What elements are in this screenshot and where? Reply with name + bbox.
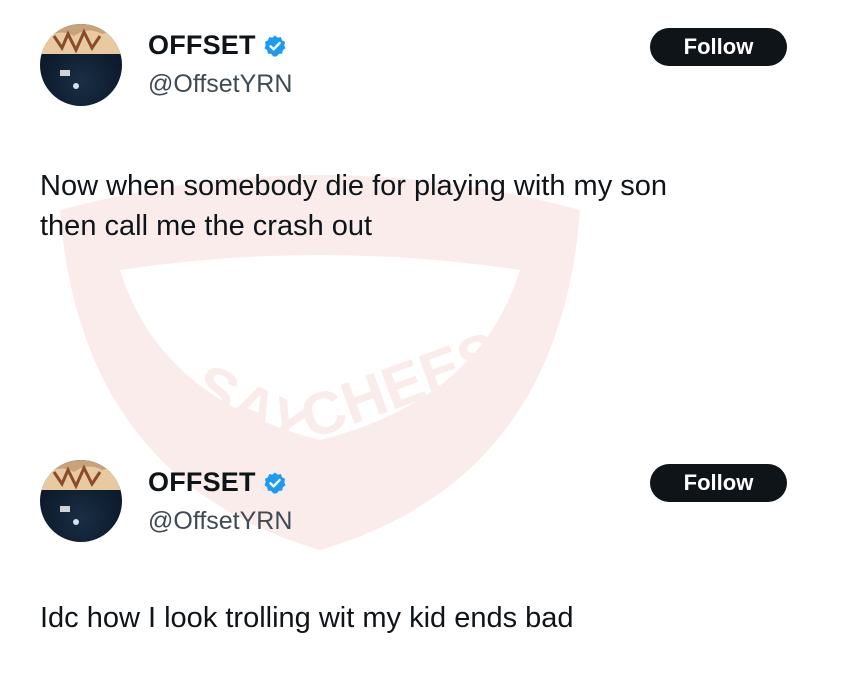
tweet-card-2: OFFSET @OffsetYRN Follow Idc how I look … bbox=[0, 440, 855, 677]
tweet-text-line: Idc how I look trolling wit my kid ends … bbox=[40, 602, 574, 634]
author-name[interactable]: OFFSET bbox=[148, 30, 256, 61]
follow-button[interactable]: Follow bbox=[650, 464, 787, 502]
author-name[interactable]: OFFSET bbox=[148, 467, 256, 498]
author-row: OFFSET bbox=[148, 467, 287, 498]
tweet-text: Now when somebody die for playing with m… bbox=[40, 166, 667, 246]
avatar-image bbox=[40, 460, 122, 525]
tweet-text-line: Now when somebody die for playing with m… bbox=[40, 170, 668, 202]
tweet-text: Idc how I look trolling wit my kid ends … bbox=[40, 598, 574, 638]
avatar[interactable] bbox=[40, 24, 122, 106]
author-handle[interactable]: @OffsetYRN bbox=[148, 70, 292, 99]
watermark-cheese: CHEESE bbox=[292, 305, 547, 452]
tweet-text-line: then call me the crash out bbox=[40, 210, 373, 242]
follow-button[interactable]: Follow bbox=[650, 28, 787, 66]
verified-badge-icon bbox=[264, 472, 286, 493]
avatar[interactable] bbox=[40, 460, 122, 542]
verified-badge-icon bbox=[264, 35, 286, 56]
avatar-image bbox=[40, 24, 122, 89]
author-handle[interactable]: @OffsetYRN bbox=[148, 507, 292, 536]
tweet-card-1: OFFSET @OffsetYRN Follow Now when somebo… bbox=[0, 0, 855, 280]
author-row: OFFSET bbox=[148, 30, 287, 61]
